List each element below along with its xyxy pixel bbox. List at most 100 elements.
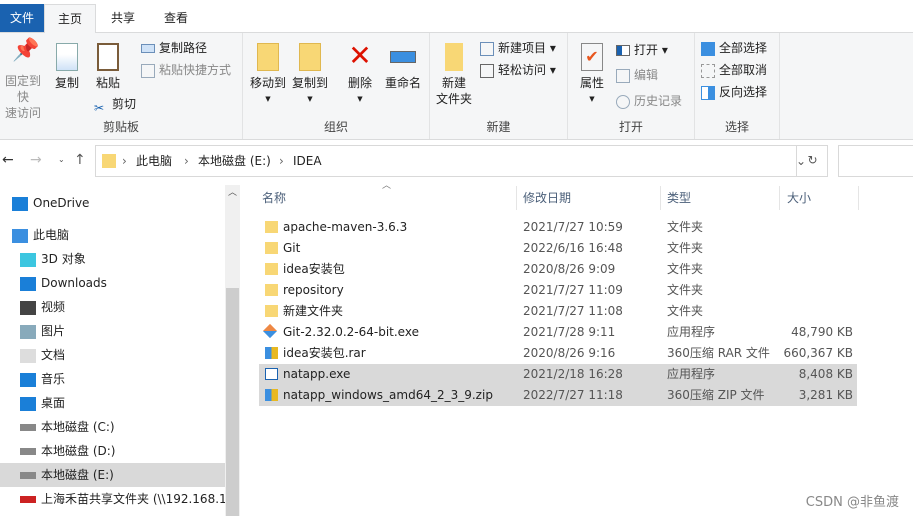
file-row[interactable]: idea安装包 2020/8/26 9:09 文件夹	[259, 259, 857, 280]
file-size: 3,281 KB	[798, 388, 853, 402]
file-date: 2021/7/28 9:11	[523, 325, 616, 339]
cloud-icon	[12, 196, 28, 211]
column-header-name[interactable]: 名称	[262, 186, 286, 210]
open-button[interactable]: 打开 ▾	[616, 40, 668, 60]
file-type: 文件夹	[667, 241, 704, 255]
file-row[interactable]: Git-2.32.0.2-64-bit.exe 2021/7/28 9:11 应用程…	[259, 322, 857, 343]
forward-button[interactable]: →	[30, 152, 42, 168]
nav-item[interactable]: 本地磁盘 (D:)	[0, 439, 225, 463]
breadcrumb-item[interactable]: 本地磁盘 (E:)	[198, 146, 271, 176]
pin-quick-access-button[interactable]: 📌 固定到快 速访问	[0, 40, 46, 121]
file-row[interactable]: 新建文件夹 2021/7/27 11:08 文件夹	[259, 301, 857, 322]
file-row[interactable]: natapp_windows_amd64_2_3_9.zip 2022/7/27 …	[259, 385, 857, 406]
tab-share[interactable]: 共享	[100, 4, 146, 32]
move-to-button[interactable]: 移动到 ▼	[247, 43, 289, 107]
file-size: 8,408 KB	[798, 367, 853, 381]
copy-to-button[interactable]: 复制到 ▼	[289, 43, 331, 107]
file-type: 360压缩 ZIP 文件	[667, 388, 765, 402]
history-button[interactable]: 历史记录	[616, 91, 682, 111]
easy-access-icon	[480, 63, 494, 78]
file-row[interactable]: Git 2022/6/16 16:48 文件夹	[259, 238, 857, 259]
rename-button[interactable]: 重命名	[381, 43, 425, 91]
invert-selection-button[interactable]: 反向选择	[701, 82, 767, 102]
column-header-type[interactable]: 类型	[667, 186, 691, 210]
nav-item[interactable]: 此电脑	[0, 223, 225, 247]
search-input[interactable]	[838, 145, 913, 177]
copy-button[interactable]: 复制	[50, 43, 84, 91]
nav-item-label: OneDrive	[33, 196, 90, 210]
column-header-date[interactable]: 修改日期	[523, 186, 571, 210]
group-label: 组织	[323, 120, 348, 134]
nav-item[interactable]: 上海禾苗共享文件夹 (\\192.168.1	[0, 487, 225, 511]
column-header-size[interactable]: 大小	[787, 186, 811, 210]
paste-shortcut-button[interactable]: 粘贴快捷方式	[141, 60, 231, 80]
download-icon	[20, 276, 36, 291]
new-folder-button[interactable]: 新建 文件夹	[434, 43, 474, 107]
nav-item-label: 音乐	[41, 372, 66, 386]
nav-item[interactable]: 本地磁盘 (E:)	[0, 463, 225, 487]
copy-path-button[interactable]: 复制路径	[141, 38, 207, 58]
file-type: 文件夹	[667, 262, 704, 276]
tab-file[interactable]: 文件	[0, 4, 44, 32]
copy-icon	[56, 43, 78, 71]
up-button[interactable]: ↑	[74, 152, 86, 168]
nav-item[interactable]: 文档	[0, 343, 225, 367]
file-row[interactable]: apache-maven-3.6.3 2021/7/27 10:59 文件夹	[259, 217, 857, 238]
archive-icon	[265, 347, 278, 359]
file-type: 应用程序	[667, 367, 716, 381]
select-none-button[interactable]: 全部取消	[701, 60, 767, 80]
new-item-button[interactable]: 新建项目 ▾	[480, 38, 556, 58]
column-divider[interactable]	[516, 186, 517, 210]
file-row[interactable]: idea安装包.rar 2020/8/26 9:16 360压缩 RAR 文件 660…	[259, 343, 857, 364]
address-bar[interactable]: › 此电脑 › 本地磁盘 (E:) › IDEA ⌄ ↻	[95, 145, 828, 177]
nav-item[interactable]: 视频	[0, 295, 225, 319]
file-size: 48,790 KB	[791, 325, 853, 339]
folder-icon	[445, 43, 463, 71]
rename-icon	[390, 51, 416, 63]
scroll-up-icon[interactable]: ︿	[228, 185, 237, 198]
refresh-icon[interactable]: ↻	[796, 145, 828, 177]
nav-item[interactable]: 桌面	[0, 391, 225, 415]
easy-access-button[interactable]: 轻松访问 ▾	[480, 60, 556, 80]
nav-item[interactable]: 音乐	[0, 367, 225, 391]
file-name: 新建文件夹	[283, 304, 344, 318]
cut-button[interactable]: ✂ 剪切	[94, 94, 136, 115]
nav-item-label: 桌面	[41, 396, 66, 410]
scrollbar-thumb[interactable]	[226, 288, 239, 516]
group-label: 新建	[486, 120, 511, 134]
tab-home[interactable]: 主页	[44, 4, 96, 33]
nav-item[interactable]: 本地磁盘 (C:)	[0, 415, 225, 439]
file-date: 2020/8/26 9:16	[523, 346, 616, 360]
path-icon	[141, 44, 155, 53]
nav-item[interactable]: Downloads	[0, 271, 225, 295]
copy-folder-icon	[299, 43, 321, 71]
nav-item[interactable]: 图片	[0, 319, 225, 343]
recent-locations-button[interactable]: ⌄	[58, 155, 65, 164]
group-organize: 移动到 ▼ 复制到 ▼ ✕ 删除 ▼ 重命名 组织	[243, 33, 430, 139]
delete-button[interactable]: ✕ 删除 ▼	[343, 41, 377, 107]
nav-item[interactable]: 3D 对象	[0, 247, 225, 271]
breadcrumb-item[interactable]: IDEA	[293, 146, 322, 176]
folder-icon	[265, 263, 278, 275]
file-date: 2021/2/18 16:28	[523, 367, 623, 381]
column-divider[interactable]	[858, 186, 859, 210]
nav-scrollbar[interactable]: ︿	[225, 185, 240, 516]
tab-view[interactable]: 查看	[152, 4, 200, 32]
folder-icon	[102, 154, 116, 168]
paste-button[interactable]: 粘贴	[90, 43, 126, 91]
nav-item[interactable]: OneDrive	[0, 191, 225, 215]
back-button[interactable]: ←	[2, 152, 14, 168]
properties-button[interactable]: ✔ 属性 ▼	[574, 43, 610, 107]
nav-item-label: 本地磁盘 (E:)	[41, 468, 114, 482]
column-divider[interactable]	[660, 186, 661, 210]
folder-icon	[265, 305, 278, 317]
ribbon: 📌 固定到快 速访问 复制 粘贴 ✂ 剪切 复制路径 粘贴快捷方式 剪贴板 移动到 ▼…	[0, 32, 913, 140]
git-icon	[262, 323, 278, 339]
file-row[interactable]: natapp.exe 2021/2/18 16:28 应用程序 8,408 KB	[259, 364, 857, 385]
file-row[interactable]: repository 2021/7/27 11:09 文件夹	[259, 280, 857, 301]
properties-check-icon: ✔	[581, 43, 603, 71]
column-divider[interactable]	[779, 186, 780, 210]
select-all-button[interactable]: 全部选择	[701, 38, 767, 58]
breadcrumb-item[interactable]: 此电脑	[136, 146, 172, 176]
edit-button[interactable]: 编辑	[616, 65, 658, 85]
